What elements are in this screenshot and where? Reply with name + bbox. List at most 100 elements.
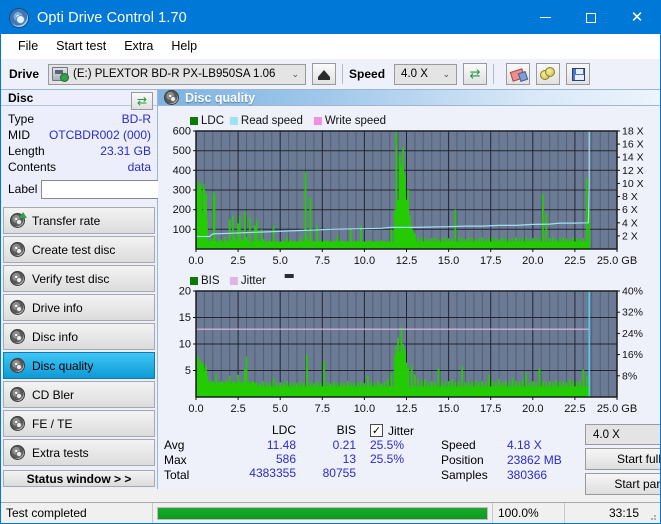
disc-label-row: Label	[8, 179, 211, 199]
close-button[interactable]: ✕	[614, 1, 660, 34]
speed-select[interactable]: 4.0 X ⌄	[394, 63, 458, 85]
sidebar-item-disc-info[interactable]: Disc info	[3, 323, 155, 350]
maximize-button[interactable]	[568, 1, 614, 34]
stats-value-position: 23862 MB	[507, 453, 562, 467]
jitter-checkbox[interactable]: ✓	[370, 424, 383, 437]
close-icon: ✕	[630, 8, 644, 26]
svg-text:12 X: 12 X	[622, 165, 644, 177]
resize-grip-icon[interactable]	[644, 503, 660, 524]
svg-text:2.5: 2.5	[230, 255, 245, 267]
stats-label-max: Max	[164, 453, 187, 467]
menu-start-test[interactable]: Start test	[47, 36, 115, 56]
stats-bis-avg: 0.21	[332, 438, 356, 452]
svg-text:6 X: 6 X	[622, 204, 638, 216]
stats-label-samples: Samples	[441, 468, 488, 482]
stats-right-labels: Speed Position Samples	[441, 423, 507, 495]
sidebar-item-label: Disc info	[32, 329, 79, 344]
svg-text:12.5: 12.5	[396, 255, 417, 267]
toolbar-separator-1	[342, 64, 344, 84]
status-bar: Test completed 100.0% 33:15	[1, 502, 660, 523]
erase-button[interactable]	[506, 63, 531, 85]
bis-jitter-chart[interactable]: 5 10 15 20 8% 16% 24% 32% 40% 0.0 2.5 5.0 7.5 10.0 12.…	[158, 271, 661, 419]
stats-row-labels: Avg Max Total	[164, 423, 226, 495]
drive-icon	[52, 67, 70, 82]
sidebar-item-verify-test-disc[interactable]: Verify test disc	[3, 265, 155, 292]
svg-text:2 X: 2 X	[622, 230, 638, 242]
svg-text:22.5: 22.5	[564, 403, 585, 415]
disc-icon	[10, 387, 25, 402]
sidebar-item-fe-te[interactable]: FE / TE	[3, 410, 155, 437]
menu-file[interactable]: File	[9, 36, 47, 56]
content-header: Disc quality	[158, 90, 660, 106]
eject-button[interactable]	[312, 63, 337, 85]
svg-text:20.0: 20.0	[522, 255, 543, 267]
refresh-button[interactable]: ⇄	[463, 63, 488, 85]
disc-row-mid-key: MID	[8, 128, 30, 142]
save-button[interactable]	[566, 63, 591, 85]
disc-row-mid: MID OTCBDR002 (000)	[8, 127, 151, 143]
svg-text:12.5: 12.5	[396, 403, 417, 415]
sidebar-item-label: FE / TE	[32, 416, 73, 431]
speed-select-value: 4.0 X	[401, 68, 428, 80]
disc-refresh-button[interactable]: ⇄	[131, 92, 153, 110]
stats-ldc-total: 4383355	[249, 466, 296, 480]
jitter-toggle-row[interactable]: ✓ Jitter	[370, 423, 441, 438]
svg-text:17.5: 17.5	[480, 255, 501, 267]
minimize-icon	[539, 17, 551, 18]
disc-row-length: Length 23.31 GB	[8, 143, 151, 159]
start-full-button[interactable]: Start full	[585, 448, 660, 470]
stats-right-values: 4.18 X 23862 MB 380366	[507, 423, 585, 495]
svg-text:2.5: 2.5	[230, 403, 245, 415]
ldc-chart[interactable]: 100 200 300 400 500 600 2 X4 X6 X8 X10 X12 X14…	[158, 106, 661, 271]
drive-select[interactable]: (E:) PLEXTOR BD-R PX-LB950SA 1.06 ⌄	[48, 63, 307, 85]
start-part-button[interactable]: Start part	[585, 473, 660, 495]
progress-percent-text: 100.0%	[492, 502, 564, 523]
stats-header-ldc: LDC	[271, 423, 296, 437]
stats-bis-max: 13	[342, 452, 356, 466]
svg-text:5.0: 5.0	[273, 255, 288, 267]
disc-arrow-icon	[10, 212, 27, 228]
disc-row-type-key: Type	[8, 112, 35, 126]
svg-text:600: 600	[173, 126, 191, 138]
svg-text:16%: 16%	[622, 349, 643, 361]
minimize-button[interactable]	[522, 1, 568, 34]
refresh-icon: ⇄	[136, 94, 148, 108]
status-message: Test completed	[1, 502, 153, 523]
chevron-down-icon: ⌄	[291, 68, 300, 79]
sidebar-item-label: Verify test disc	[32, 271, 110, 286]
disc-row-length-value: 23.31 GB	[100, 144, 151, 158]
stats-panel: Avg Max Total LDC 11.48 586 4383355 BIS …	[158, 419, 660, 495]
window-controls: ✕	[522, 1, 660, 34]
test-speed-select[interactable]: 4.0 X ⌄	[585, 424, 660, 445]
sidebar-item-label: Extra tests	[32, 445, 89, 460]
sidebar-item-label: Create test disc	[32, 242, 116, 257]
svg-text:24%: 24%	[622, 328, 643, 340]
eject-icon	[318, 70, 331, 77]
sidebar-item-drive-info[interactable]: Drive info	[3, 294, 155, 321]
svg-text:17.5: 17.5	[480, 403, 501, 415]
stats-label-speed: Speed	[441, 438, 476, 452]
menu-help[interactable]: Help	[162, 36, 206, 56]
drive-label: Drive	[9, 67, 40, 81]
svg-text:500: 500	[173, 145, 191, 157]
menu-extra[interactable]: Extra	[115, 36, 162, 56]
sidebar-item-create-test-disc[interactable]: Create test disc	[3, 236, 155, 263]
disc-row-contents: Contents data	[8, 159, 151, 175]
sidebar-item-cd-bler[interactable]: CD Bler	[3, 381, 155, 408]
svg-text:10 X: 10 X	[622, 178, 644, 190]
status-window-button[interactable]: Status window > >	[3, 470, 155, 487]
disc-icon	[10, 271, 25, 286]
progress-cell	[153, 503, 492, 524]
svg-text:10: 10	[179, 339, 191, 351]
svg-text:15.0: 15.0	[438, 403, 459, 415]
sidebar-item-disc-quality[interactable]: Disc quality	[3, 352, 155, 379]
sidebar-item-transfer-rate[interactable]: Transfer rate	[3, 207, 155, 234]
svg-text:5: 5	[185, 365, 191, 377]
speed-label: Speed	[349, 67, 386, 81]
stats-col-ldc: LDC 11.48 586 4383355	[226, 423, 296, 495]
svg-text:18 X: 18 X	[622, 126, 644, 138]
copy-disc-button[interactable]	[536, 63, 561, 85]
stats-ldc-max: 586	[275, 452, 296, 466]
sidebar-item-extra-tests[interactable]: Extra tests	[3, 439, 155, 466]
disc-icon	[164, 90, 179, 105]
